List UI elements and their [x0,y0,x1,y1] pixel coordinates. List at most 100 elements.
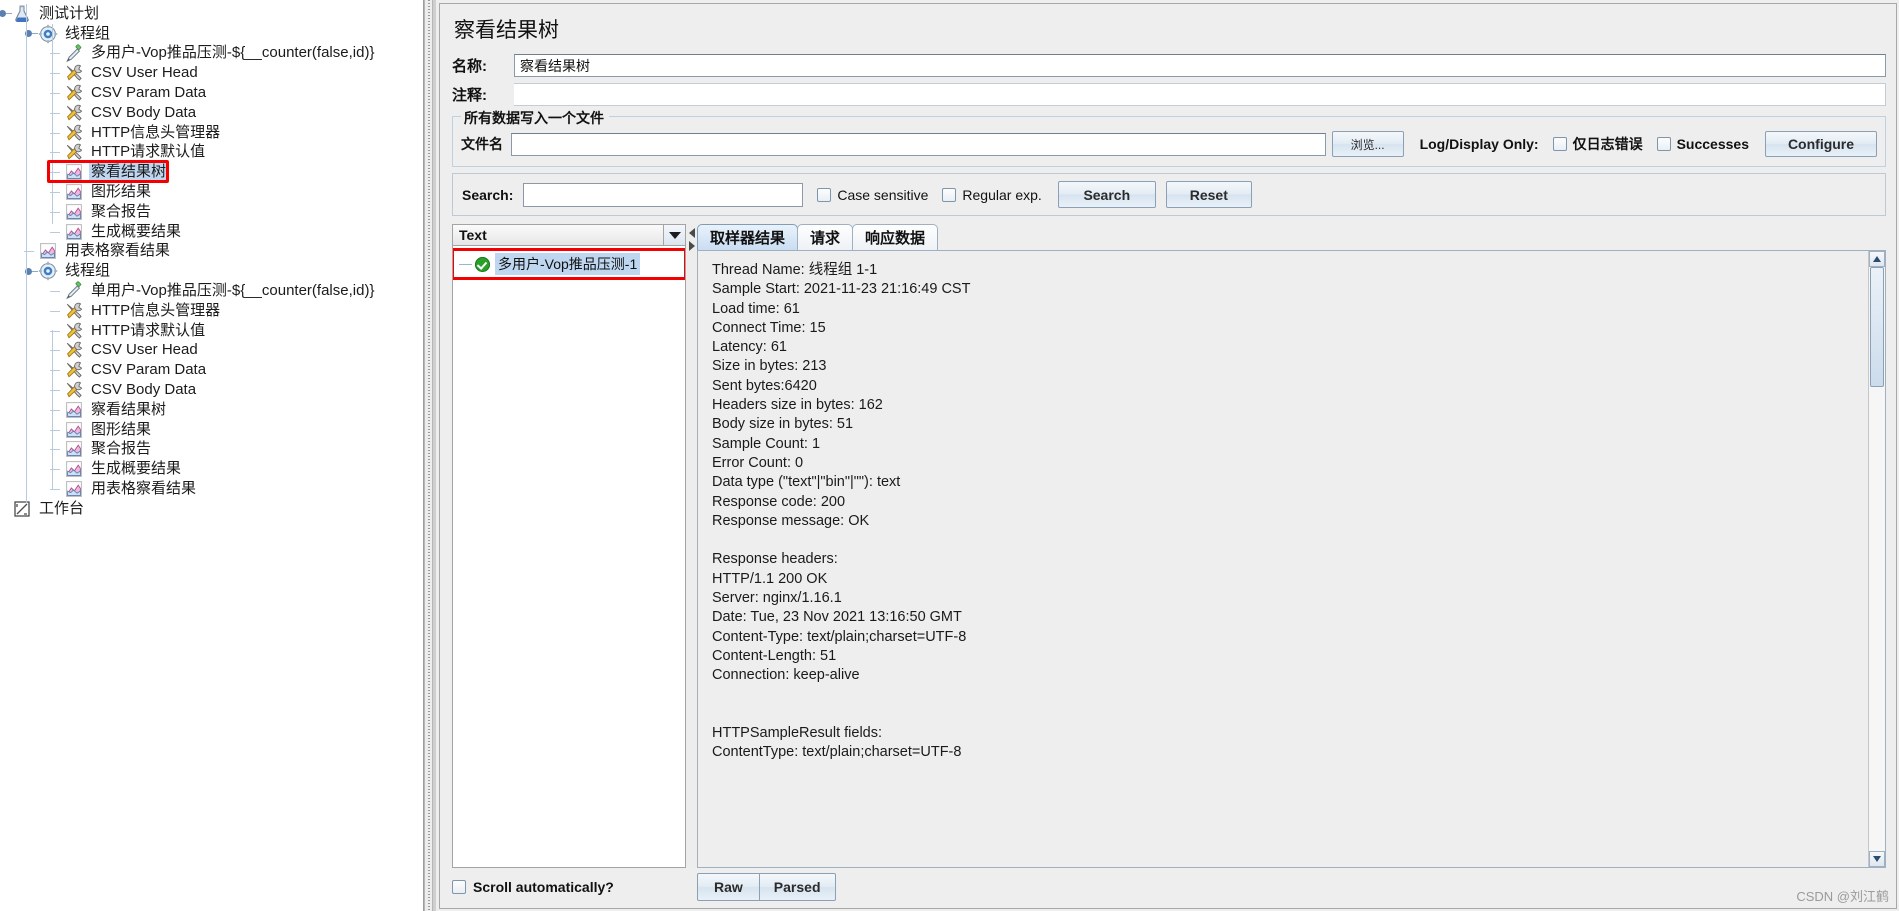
tree-expander-icon[interactable] [21,27,38,41]
tree-node-label: CSV User Head [91,64,198,82]
tree-node-label: 图形结果 [91,183,152,201]
tree-expander-icon[interactable] [21,264,38,278]
tree-node-label: HTTP信息头管理器 [91,123,221,141]
tree-node[interactable]: 多用户-Vop推品压测-${__counter(false,id)} [0,43,423,64]
results-list[interactable]: 多用户-Vop推品压测-1 [452,246,686,868]
tree-node[interactable]: CSV User Head [0,341,423,361]
successes-checkbox[interactable]: Successes [1656,136,1749,152]
view-selector-value: Text [459,227,487,243]
tree-node[interactable]: 图形结果 [0,182,423,202]
tree-node[interactable]: HTTP请求默认值 [0,143,423,163]
config-element-icon [64,142,84,162]
tree-node[interactable]: CSV User Head [0,63,423,83]
tree-node[interactable]: 察看结果树 [0,400,423,420]
expand-right-icon[interactable] [688,241,695,251]
test-plan-tree[interactable]: 测试计划 线程组 多用户-Vop推品压测-${__counter(false,id)… [0,0,424,911]
tab-0[interactable]: 取样器结果 [697,224,799,250]
write-all-data-groupbox: 所有数据写入一个文件 文件名 浏览... Log/Display Only: 仅… [452,108,1886,167]
result-row[interactable]: 多用户-Vop推品压测-1 [453,253,685,275]
tree-node[interactable]: 生成概要结果 [0,459,423,479]
checkbox-box[interactable] [817,187,832,202]
tree-node[interactable]: HTTP信息头管理器 [0,123,423,143]
success-status-icon [475,256,490,272]
tree-node[interactable]: 单用户-Vop推品压测-${__counter(false,id)} [0,281,423,301]
raw-button[interactable]: Raw [697,873,760,901]
config-element-icon [64,103,84,123]
tree-node-label: CSV Body Data [91,103,197,121]
tree-node[interactable]: 图形结果 [0,420,423,440]
tree-node-label: 线程组 [65,24,111,42]
tree-node-label: 察看结果树 [89,163,169,182]
http-sampler-icon [64,281,84,301]
tree-node-label: 多用户-Vop推品压测-${__counter(false,id)} [91,44,375,62]
scrollbar-thumb[interactable] [1870,267,1884,387]
tree-node[interactable]: 聚合报告 [0,440,423,460]
tree-node-label: CSV Param Data [91,361,207,379]
tree-node[interactable]: 线程组 [0,261,423,281]
search-bar: Search: Case sensitive Regular exp. Sear… [452,173,1886,216]
config-element-icon [64,360,84,380]
tree-node[interactable]: 聚合报告 [0,202,423,222]
errors-only-checkbox[interactable]: 仅日志错误 [1552,134,1643,154]
tab-2[interactable]: 响应数据 [852,224,939,250]
name-input[interactable] [514,54,1886,77]
tree-node[interactable]: 用表格察看结果 [0,479,423,499]
checkbox-box[interactable] [1552,137,1567,151]
scroll-down-icon[interactable] [1869,851,1885,867]
tree-connector [50,310,60,312]
regular-exp-checkbox[interactable]: Regular exp. [942,186,1042,203]
tree-node[interactable]: CSV Body Data [0,380,423,400]
detail-tabs[interactable]: 取样器结果 请求 响应数据 [697,224,1886,250]
element-config-panel: 察看结果树 名称: 注释: 所有数据写入一个文件 文件名 浏览... Log/D… [433,0,1899,911]
tree-node[interactable]: CSV Param Data [0,360,423,380]
results-splitter[interactable] [686,224,697,868]
filename-input[interactable] [511,132,1326,156]
tab-content: Thread Name: 线程组 1-1 Sample Start: 2021-… [697,250,1886,868]
tree-node[interactable]: 察看结果树 [0,162,423,182]
scroll-automatically-checkbox[interactable]: Scroll automatically? [452,879,686,895]
tree-node[interactable]: 工作台 [0,499,423,519]
results-split-area: Text 多用户-Vop推品压测-1 取样器结果 请求 响应数据 Thread Na… [452,224,1886,868]
watermark: CSDN @刘江鹤 [1796,889,1889,904]
browse-button[interactable]: 浏览... [1331,131,1404,157]
tree-node[interactable]: 测试计划 [0,4,423,24]
case-sensitive-checkbox[interactable]: Case sensitive [817,187,928,203]
chevron-down-icon[interactable] [663,225,685,245]
tab-1[interactable]: 请求 [797,224,854,250]
scrollbar-track[interactable] [1869,267,1885,851]
parsed-button[interactable]: Parsed [758,873,836,901]
listener-icon [64,202,84,222]
detail-scrollbar[interactable] [1868,251,1885,867]
tree-node[interactable]: CSV Body Data [0,103,423,123]
listener-icon [64,459,84,479]
tree-expander-icon[interactable] [0,7,12,21]
errors-only-label: 仅日志错误 [1572,136,1643,152]
checkbox-box[interactable] [942,187,957,202]
search-input[interactable] [523,182,804,207]
tree-node-label: CSV Param Data [91,84,207,102]
raw-parsed-toggle[interactable]: Raw Parsed [697,873,836,901]
comment-input[interactable] [514,83,1886,106]
main-splitter[interactable] [424,0,433,911]
scroll-up-icon[interactable] [1869,251,1885,267]
tree-node[interactable]: 生成概要结果 [0,222,423,242]
tree-node[interactable]: HTTP请求默认值 [0,321,423,341]
view-selector-combo[interactable]: Text [452,224,686,246]
regular-exp-label: Regular exp. [962,186,1042,203]
config-element-icon [64,321,84,341]
bottom-bar: Scroll automatically? Raw Parsed [452,872,1886,902]
filename-row: 文件名 浏览... Log/Display Only: 仅日志错误 Succes… [461,131,1877,157]
tree-node[interactable]: 线程组 [0,24,423,44]
checkbox-box[interactable] [1656,137,1671,151]
tree-node-label: HTTP信息头管理器 [91,301,221,319]
tree-node[interactable]: HTTP信息头管理器 [0,301,423,321]
tree-node[interactable]: CSV Param Data [0,83,423,103]
test-plan-icon [12,4,32,24]
search-button[interactable]: Search [1057,181,1156,208]
configure-button[interactable]: Configure [1765,131,1877,157]
tree-guide-line [26,4,27,504]
collapse-left-icon[interactable] [688,228,695,238]
checkbox-box[interactable] [452,880,466,894]
reset-button[interactable]: Reset [1165,181,1252,208]
tree-node[interactable]: 用表格察看结果 [0,242,423,262]
